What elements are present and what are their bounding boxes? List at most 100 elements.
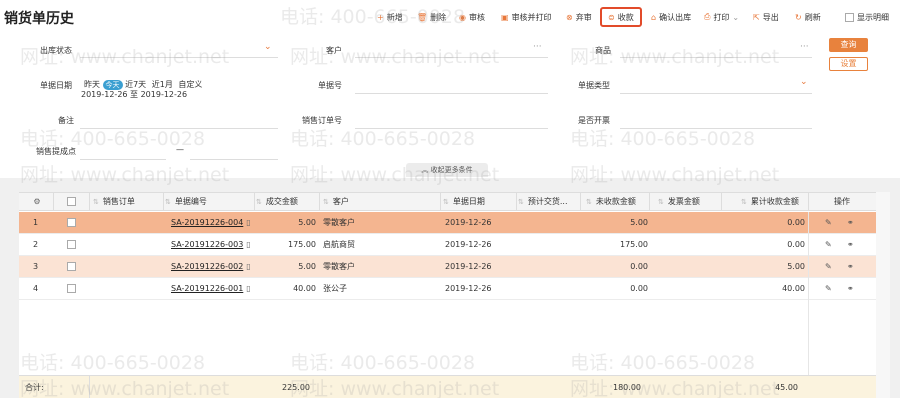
customer-label: 客户 <box>326 46 342 55</box>
more-dots-icon[interactable]: ··· <box>800 42 809 52</box>
refresh-button[interactable]: ↻ 刷新 <box>795 7 821 27</box>
query-button[interactable]: 查询 <box>829 38 868 52</box>
chevron-down-icon[interactable]: ⌄ <box>264 42 272 52</box>
audit-print-button[interactable]: ▣ 审核并打印 <box>501 7 552 27</box>
col-ops-label: 操作 <box>834 197 850 206</box>
commission-from-input[interactable] <box>80 159 166 160</box>
delete-button[interactable]: 🗑 删除 <box>417 7 446 27</box>
col-customer[interactable]: ⇅ 客户 <box>323 193 433 210</box>
show-detail-checkbox[interactable]: 显示明细 <box>845 7 889 27</box>
page-title: 销货单历史 <box>4 11 74 27</box>
print-button[interactable]: ⎙ 打印 ⌄ <box>704 7 739 27</box>
row-checkbox[interactable] <box>67 256 79 277</box>
commission-to-input[interactable] <box>190 159 278 160</box>
checkbox-icon <box>67 240 76 249</box>
edit-icon[interactable]: ✎ <box>825 278 837 299</box>
link-icon[interactable]: ⚭ <box>847 256 859 277</box>
col-sales-order-label: 销售订单 <box>102 197 135 206</box>
row-checkbox[interactable] <box>67 234 79 255</box>
doc-no-link[interactable]: SA-20191226-003 ▯ <box>171 234 253 255</box>
row-index: 2 <box>33 240 39 249</box>
edit-icon[interactable]: ✎ <box>825 234 837 255</box>
last1m-option[interactable]: 近1月 <box>152 80 173 89</box>
more-dots-icon[interactable]: ··· <box>533 42 542 52</box>
custom-option[interactable]: 自定义 <box>178 80 202 89</box>
date-from[interactable]: 2019-12-26 <box>81 90 128 99</box>
col-expected-delivery[interactable]: ⇅ 预计交货... <box>518 193 580 210</box>
sort-icon: ⇅ <box>658 197 664 206</box>
doc-no-label: 单据号 <box>318 81 342 90</box>
document-icon: ▯ <box>246 262 251 271</box>
collect-payment-button[interactable]: ⊜ 收款 <box>600 7 642 27</box>
export-label: 导出 <box>762 12 779 22</box>
row-checkbox[interactable] <box>67 278 79 299</box>
export-button[interactable]: ⇱ 导出 <box>753 7 779 27</box>
document-icon: ▯ <box>246 284 251 293</box>
product-input[interactable] <box>620 57 812 58</box>
doc-no-text: SA-20191226-004 <box>171 218 244 227</box>
abandon-icon: ⊗ <box>566 12 573 22</box>
new-button[interactable]: + 新增 <box>377 7 403 27</box>
link-icon[interactable]: ⚭ <box>847 234 859 255</box>
date-to[interactable]: 2019-12-26 <box>141 90 188 99</box>
audit-button[interactable]: ◉ 审核 <box>459 7 485 27</box>
sales-order-no-input[interactable] <box>355 128 548 129</box>
doc-type-select[interactable] <box>620 93 812 94</box>
remark-input[interactable] <box>80 128 278 129</box>
col-doc-date[interactable]: ⇅ 单据日期 <box>443 193 515 210</box>
col-amount[interactable]: ⇅ 成交金额 <box>256 193 318 210</box>
confirm-outbound-button[interactable]: ⌂ 确认出库 <box>651 7 691 27</box>
customer-cell: 零散客户 <box>323 262 355 271</box>
doc-no-text: SA-20191226-003 <box>171 240 244 249</box>
col-unpaid[interactable]: ⇅ 未收款金额 <box>586 193 648 210</box>
row-checkbox[interactable] <box>67 212 79 233</box>
vertical-scrollbar[interactable] <box>876 192 890 398</box>
row-index: 4 <box>33 284 39 293</box>
customer-cell: 零散客户 <box>323 218 355 227</box>
invoiced-select[interactable] <box>620 128 812 129</box>
table-row[interactable]: 3 SA-20191226-002 ▯ 5.00 零散客户 2019-12-26 … <box>19 256 876 278</box>
unpaid-cell: 0.00 <box>630 262 648 271</box>
table-row[interactable]: 1 SA-20191226-004 ▯ 5.00 零散客户 2019-12-26 … <box>19 212 876 234</box>
doc-no-link[interactable]: SA-20191226-004 ▯ <box>171 212 253 233</box>
settings-button[interactable]: 设置 <box>829 57 868 71</box>
new-label: 新增 <box>386 12 403 22</box>
doc-date-label: 单据日期 <box>40 81 72 90</box>
collapse-more-toggle[interactable]: ︽ 收起更多条件 <box>406 163 488 177</box>
doc-no-link[interactable]: SA-20191226-002 ▯ <box>171 256 253 277</box>
collect-icon: ⊜ <box>608 12 615 22</box>
abandon-audit-button[interactable]: ⊗ 弃审 <box>566 7 592 27</box>
link-icon[interactable]: ⚭ <box>847 212 859 233</box>
edit-icon[interactable]: ✎ <box>825 256 837 277</box>
date-sep: 至 <box>130 90 139 99</box>
audit-icon: ◉ <box>459 12 466 22</box>
doc-no-link[interactable]: SA-20191226-001 ▯ <box>171 278 253 299</box>
link-icon[interactable]: ⚭ <box>847 278 859 299</box>
out-status-select[interactable] <box>80 57 278 58</box>
total-accum-received: 45.00 <box>775 382 798 392</box>
col-doc-no[interactable]: ⇅ 单据编号 <box>165 193 251 210</box>
last7-option[interactable]: 近7天 <box>125 80 146 89</box>
printer-icon: ⎙ <box>704 12 711 21</box>
remark-label: 备注 <box>58 116 74 125</box>
customer-input[interactable] <box>355 57 548 58</box>
table-row[interactable]: 4 SA-20191226-001 ▯ 40.00 张公子 2019-12-26 … <box>19 278 876 300</box>
sort-icon: ⇅ <box>93 197 99 206</box>
out-status-label: 出库状态 <box>40 46 72 55</box>
unpaid-cell: 0.00 <box>630 284 648 293</box>
chevron-down-icon: ⌄ <box>732 12 740 22</box>
settings-gear-icon[interactable]: ⚙ <box>29 193 45 210</box>
select-all-checkbox[interactable] <box>67 193 79 210</box>
col-expected-delivery-label: 预计交货... <box>527 197 568 206</box>
sort-icon: ⇅ <box>165 197 171 206</box>
refresh-icon: ↻ <box>795 12 802 22</box>
col-invoice-amount[interactable]: ⇅ 发票金额 <box>658 193 720 210</box>
doc-no-input[interactable] <box>355 93 548 94</box>
col-sales-order[interactable]: ⇅ 销售订单 <box>93 193 159 210</box>
col-accum-received[interactable]: ⇅ 累计收款金额 <box>741 193 811 210</box>
table-row[interactable]: 2 SA-20191226-003 ▯ 175.00 启航商贸 2019-12-2… <box>19 234 876 256</box>
accum-received-cell: 5.00 <box>787 262 805 271</box>
edit-icon[interactable]: ✎ <box>825 212 837 233</box>
chevron-down-icon[interactable]: ⌄ <box>800 77 808 87</box>
yesterday-option[interactable]: 昨天 <box>84 80 100 89</box>
